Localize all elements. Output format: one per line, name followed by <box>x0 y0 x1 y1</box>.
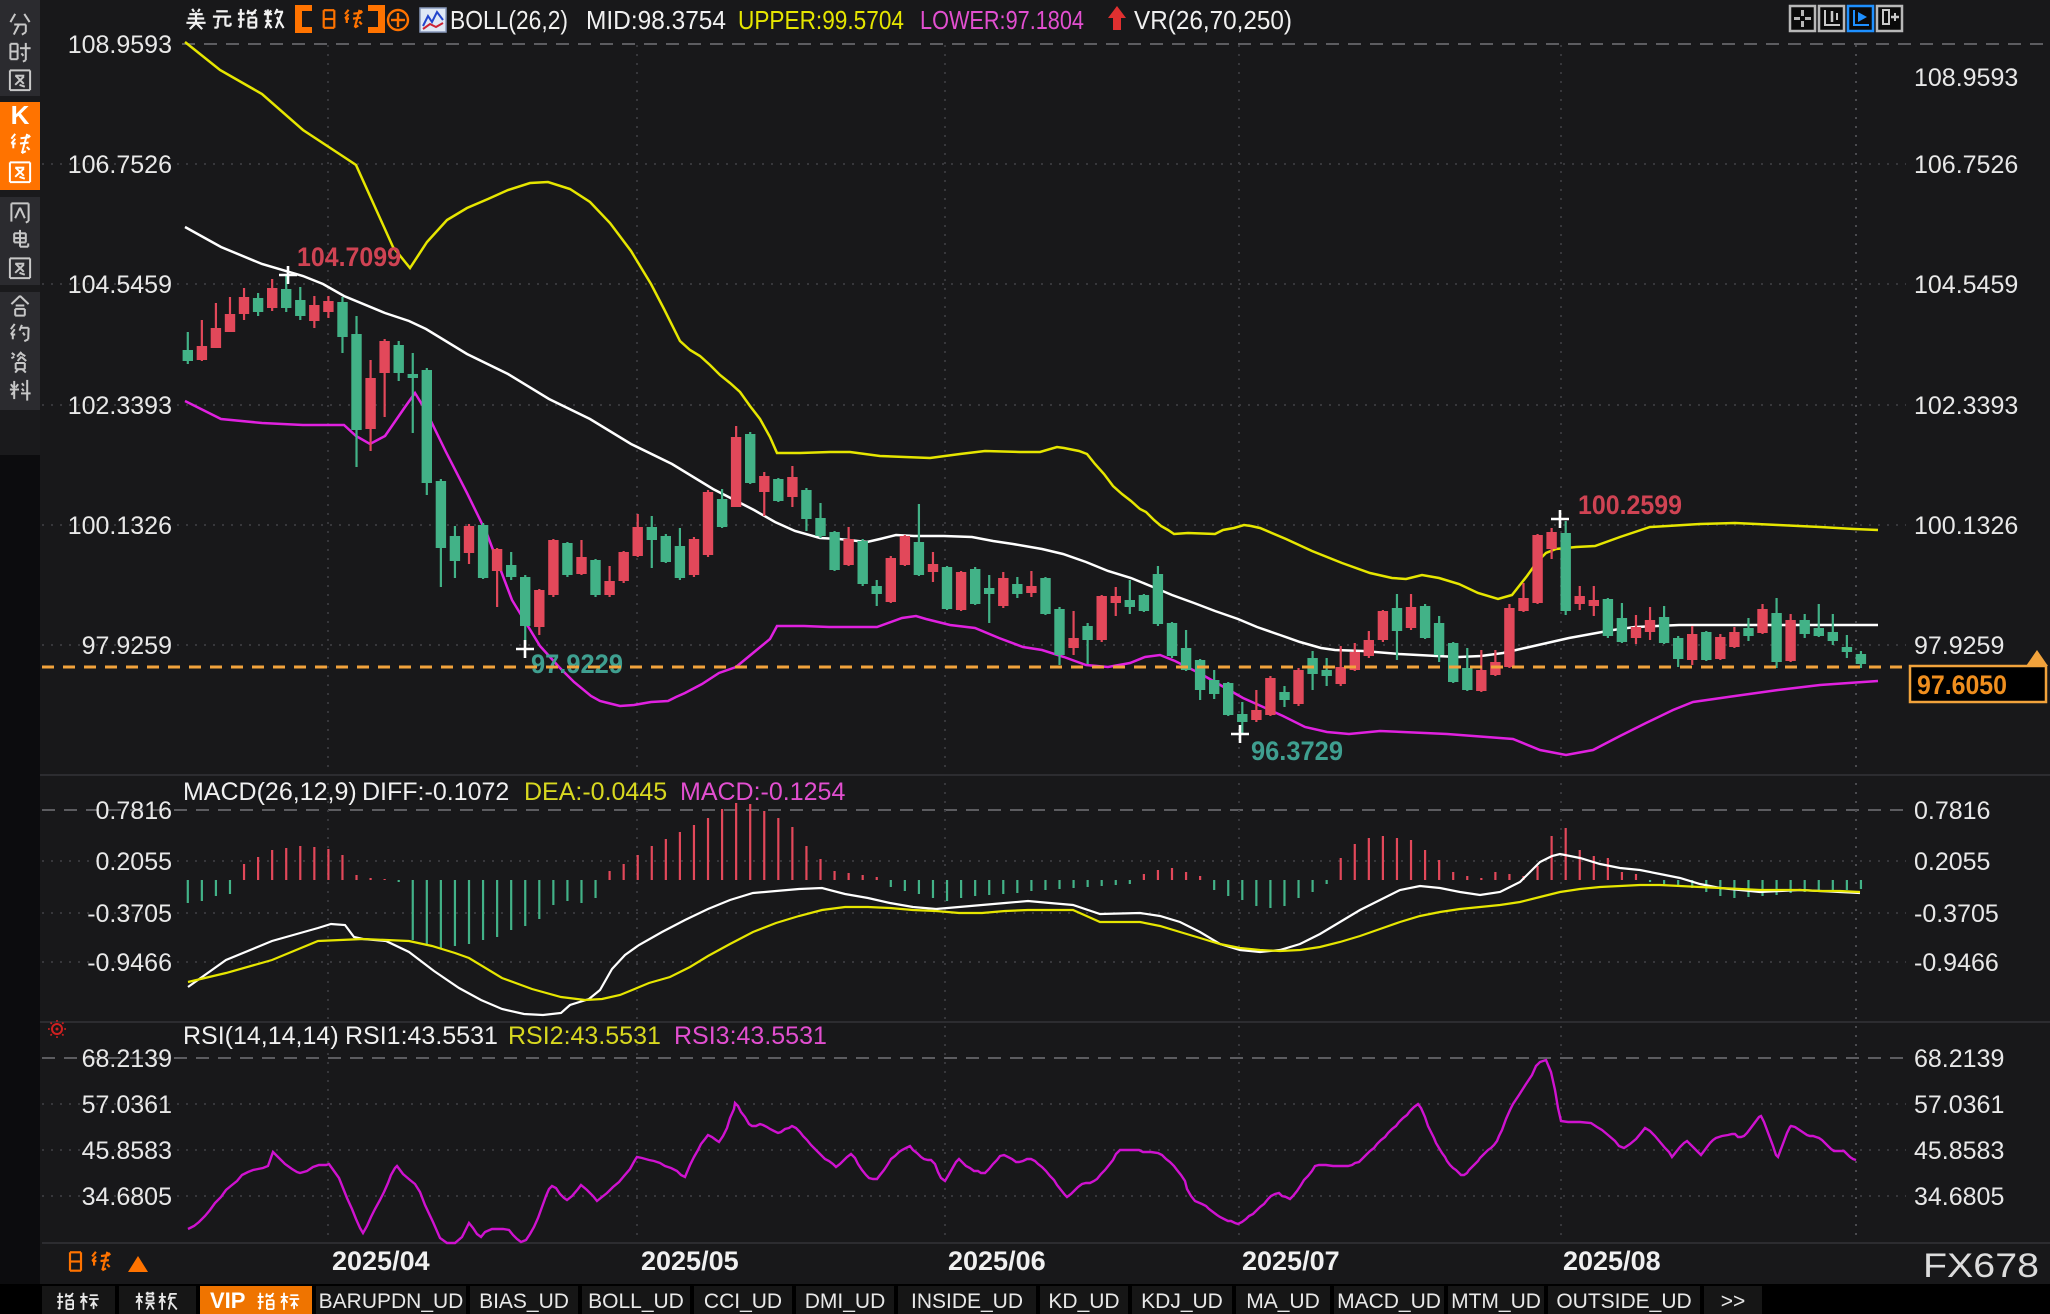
svg-text:68.2139: 68.2139 <box>1914 1045 2004 1073</box>
svg-text:68.2139: 68.2139 <box>82 1045 172 1073</box>
svg-text:KDJ_UD: KDJ_UD <box>1141 1290 1223 1313</box>
svg-text:2025/05: 2025/05 <box>641 1246 739 1276</box>
svg-text:45.8583: 45.8583 <box>1914 1137 2004 1165</box>
svg-text:-0.9466: -0.9466 <box>87 949 172 977</box>
svg-text:DIFF:-0.1072: DIFF:-0.1072 <box>362 778 509 806</box>
svg-text:106.7526: 106.7526 <box>1914 151 2018 179</box>
svg-text:OUTSIDE_UD: OUTSIDE_UD <box>1556 1290 1691 1313</box>
svg-text:DEA:-0.0445: DEA:-0.0445 <box>524 778 667 806</box>
svg-text:106.7526: 106.7526 <box>68 151 172 179</box>
svg-text:BARUPDN_UD: BARUPDN_UD <box>319 1290 464 1313</box>
svg-text:KD_UD: KD_UD <box>1048 1290 1119 1313</box>
svg-text:45.8583: 45.8583 <box>82 1137 172 1165</box>
svg-text:MACD:-0.1254: MACD:-0.1254 <box>680 778 845 806</box>
svg-text:K: K <box>11 100 30 130</box>
svg-text:97.9259: 97.9259 <box>1914 632 2004 660</box>
svg-text:104.5459: 104.5459 <box>68 271 172 299</box>
svg-text:BOLL(26,2): BOLL(26,2) <box>450 5 568 35</box>
svg-text:100.2599: 100.2599 <box>1578 490 1682 520</box>
svg-text:100.1326: 100.1326 <box>68 512 172 540</box>
svg-text:97.9229: 97.9229 <box>531 649 623 679</box>
svg-text:97.9259: 97.9259 <box>82 632 172 660</box>
svg-text:104.7099: 104.7099 <box>297 242 401 272</box>
svg-text:2025/06: 2025/06 <box>948 1246 1046 1276</box>
svg-text:102.3393: 102.3393 <box>68 392 172 420</box>
svg-text:VR(26,70,250): VR(26,70,250) <box>1134 5 1292 35</box>
svg-text:RSI1:43.5531: RSI1:43.5531 <box>345 1022 498 1050</box>
svg-text:0.2055: 0.2055 <box>1914 848 1990 876</box>
svg-text:34.6805: 34.6805 <box>1914 1183 2004 1211</box>
svg-text:108.9593: 108.9593 <box>1914 64 2018 92</box>
svg-text:108.9593: 108.9593 <box>68 31 172 59</box>
svg-text:96.3729: 96.3729 <box>1251 736 1343 766</box>
svg-text:97.6050: 97.6050 <box>1917 670 2007 700</box>
svg-text:MTM_UD: MTM_UD <box>1451 1290 1541 1313</box>
svg-text:UPPER:99.5704: UPPER:99.5704 <box>738 5 904 35</box>
svg-text:0.7816: 0.7816 <box>1914 797 1990 825</box>
svg-text:104.5459: 104.5459 <box>1914 271 2018 299</box>
svg-text:57.0361: 57.0361 <box>1914 1091 2004 1119</box>
svg-text:MID:98.3754: MID:98.3754 <box>586 5 726 35</box>
svg-text:BOLL_UD: BOLL_UD <box>588 1290 684 1313</box>
svg-text:MA_UD: MA_UD <box>1246 1290 1320 1313</box>
svg-text:RSI2:43.5531: RSI2:43.5531 <box>508 1022 661 1050</box>
svg-text:>>: >> <box>1721 1290 1746 1313</box>
svg-text:VIP: VIP <box>210 1288 245 1313</box>
svg-text:LOWER:97.1804: LOWER:97.1804 <box>920 5 1084 35</box>
svg-text:102.3393: 102.3393 <box>1914 392 2018 420</box>
svg-text:DMI_UD: DMI_UD <box>805 1290 886 1313</box>
svg-text:CCI_UD: CCI_UD <box>704 1290 782 1313</box>
svg-text:0.2055: 0.2055 <box>96 848 172 876</box>
svg-text:100.1326: 100.1326 <box>1914 512 2018 540</box>
svg-text:0.7816: 0.7816 <box>96 797 172 825</box>
svg-text:34.6805: 34.6805 <box>82 1183 172 1211</box>
svg-text:2025/07: 2025/07 <box>1242 1246 1340 1276</box>
svg-text:-0.3705: -0.3705 <box>87 900 172 928</box>
svg-text:-0.3705: -0.3705 <box>1914 900 1999 928</box>
svg-text:57.0361: 57.0361 <box>82 1091 172 1119</box>
svg-text:MACD(26,12,9): MACD(26,12,9) <box>183 778 357 806</box>
svg-text:INSIDE_UD: INSIDE_UD <box>911 1290 1023 1313</box>
svg-text:2025/08: 2025/08 <box>1563 1246 1661 1276</box>
svg-text:BIAS_UD: BIAS_UD <box>479 1290 569 1313</box>
svg-text:RSI3:43.5531: RSI3:43.5531 <box>674 1022 827 1050</box>
svg-text:FX678: FX678 <box>1923 1247 2039 1285</box>
svg-text:MACD_UD: MACD_UD <box>1337 1290 1441 1313</box>
svg-text:RSI(14,14,14): RSI(14,14,14) <box>183 1022 339 1050</box>
svg-text:2025/04: 2025/04 <box>332 1246 430 1276</box>
svg-text:-0.9466: -0.9466 <box>1914 949 1999 977</box>
